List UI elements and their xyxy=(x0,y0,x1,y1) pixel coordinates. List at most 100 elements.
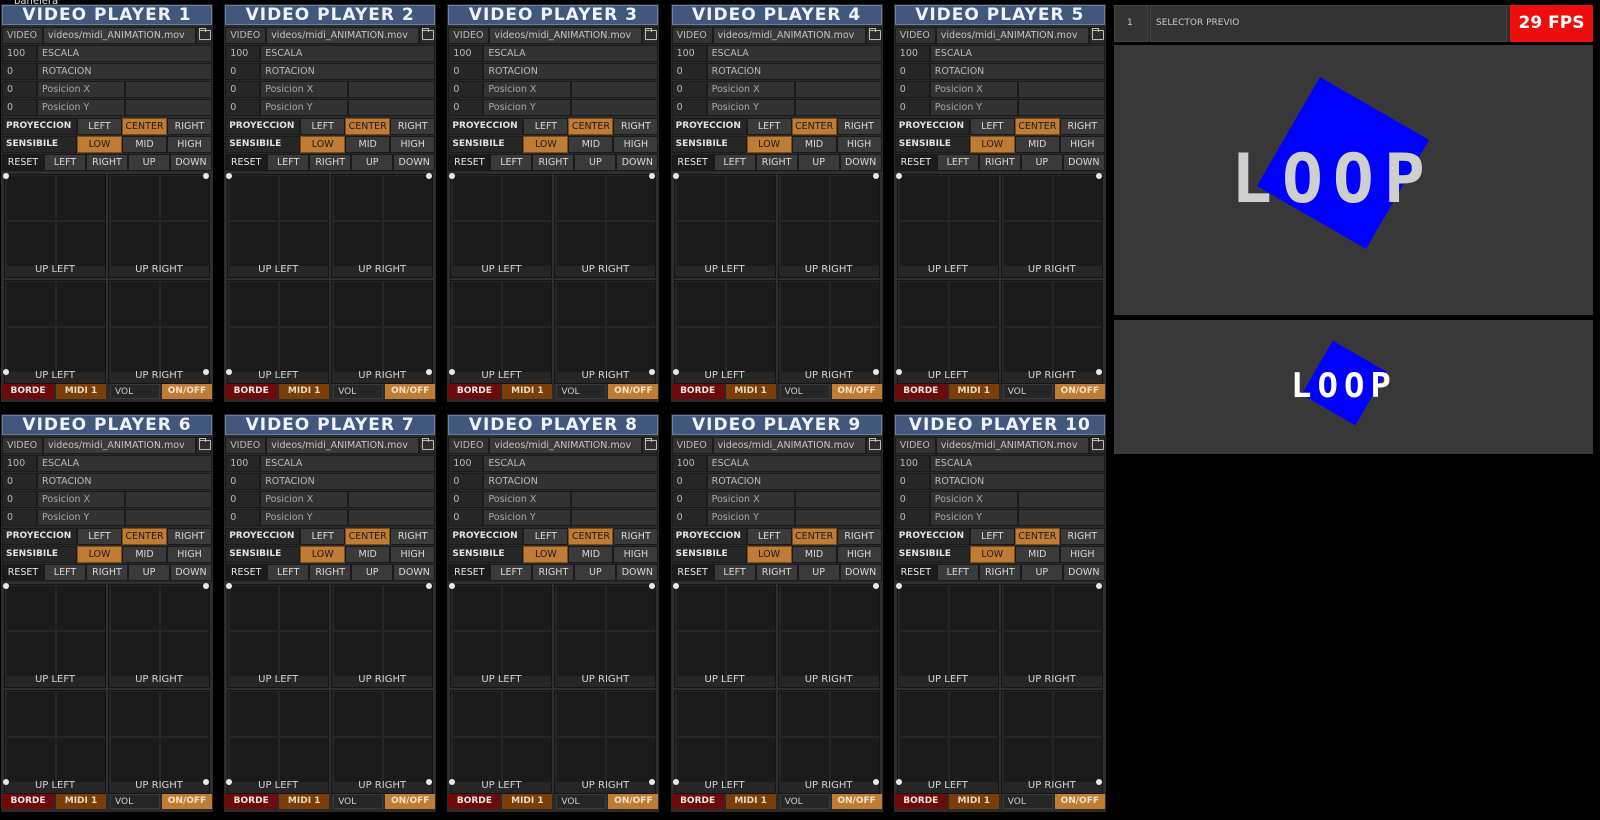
reset-button[interactable]: RESET xyxy=(894,154,937,171)
xy-pad-3[interactable]: UP LEFT xyxy=(450,280,553,384)
down-button[interactable]: DOWN xyxy=(1062,154,1105,171)
xy-pad-4[interactable]: UP RIGHT xyxy=(554,690,657,794)
on-off-toggle[interactable]: ON/OFF xyxy=(1054,384,1105,399)
sensibile-high-button[interactable]: HIGH xyxy=(167,546,212,563)
rotacion-slider[interactable]: ROTACION xyxy=(37,63,212,80)
on-off-toggle[interactable]: ON/OFF xyxy=(608,794,659,809)
left-button[interactable]: LEFT xyxy=(713,154,756,171)
reset-button[interactable]: RESET xyxy=(448,564,491,581)
borde-button[interactable]: BORDE xyxy=(894,794,947,809)
xy-pad-4[interactable]: UP RIGHT xyxy=(108,690,210,794)
proyeccion-right-button[interactable]: RIGHT xyxy=(167,528,212,545)
posy-slider[interactable]: Posicion Y xyxy=(260,99,349,116)
proyeccion-center-button[interactable]: CENTER xyxy=(122,118,167,135)
posy-value[interactable]: 0 xyxy=(894,509,930,526)
posx-slider[interactable]: Posicion X xyxy=(37,491,125,508)
midi-button[interactable]: MIDI 1 xyxy=(56,794,106,809)
xy-pad-1[interactable]: UP LEFT xyxy=(227,584,330,688)
posy-value[interactable]: 0 xyxy=(671,99,707,116)
sensibile-low-button[interactable]: LOW xyxy=(746,136,792,153)
borde-button[interactable]: BORDE xyxy=(671,794,724,809)
sensibile-low-button[interactable]: LOW xyxy=(969,546,1015,563)
volume-slider[interactable]: VOL xyxy=(333,794,384,809)
posy-value[interactable]: 0 xyxy=(671,509,707,526)
on-off-toggle[interactable]: ON/OFF xyxy=(608,384,659,399)
midi-button[interactable]: MIDI 1 xyxy=(502,794,553,809)
proyeccion-left-button[interactable]: LEFT xyxy=(969,528,1015,545)
reset-button[interactable]: RESET xyxy=(671,564,714,581)
proyeccion-center-button[interactable]: CENTER xyxy=(1014,118,1060,135)
open-file-button[interactable] xyxy=(196,27,212,44)
sensibile-low-button[interactable]: LOW xyxy=(77,546,122,563)
borde-button[interactable]: BORDE xyxy=(225,384,278,399)
xy-pad-4[interactable]: UP RIGHT xyxy=(331,690,434,794)
xy-pad-1[interactable]: UP LEFT xyxy=(450,174,553,278)
xy-pad-1[interactable]: UP LEFT xyxy=(673,584,776,688)
escala-slider[interactable]: ESCALA xyxy=(483,455,659,472)
on-off-toggle[interactable]: ON/OFF xyxy=(385,794,436,809)
midi-button[interactable]: MIDI 1 xyxy=(279,794,330,809)
posy-slider[interactable]: Posicion Y xyxy=(929,99,1018,116)
selector-index[interactable]: 1 xyxy=(1114,5,1148,42)
rotacion-slider[interactable]: ROTACION xyxy=(929,63,1105,80)
rotacion-value[interactable]: 0 xyxy=(671,63,707,80)
xy-pad-1[interactable]: UP LEFT xyxy=(896,584,999,688)
volume-slider[interactable]: VOL xyxy=(556,384,607,399)
corner-handle[interactable] xyxy=(872,779,879,785)
up-button[interactable]: UP xyxy=(574,154,617,171)
posx-slider-track[interactable] xyxy=(125,81,212,98)
right-button[interactable]: RIGHT xyxy=(755,154,798,171)
sensibile-high-button[interactable]: HIGH xyxy=(1059,546,1105,563)
corner-handle[interactable] xyxy=(895,369,902,375)
posx-slider-track[interactable] xyxy=(794,81,882,98)
on-off-toggle[interactable]: ON/OFF xyxy=(831,384,882,399)
sensibile-low-button[interactable]: LOW xyxy=(77,136,122,153)
posy-slider[interactable]: Posicion Y xyxy=(483,99,572,116)
xy-pad-2[interactable]: UP RIGHT xyxy=(1000,174,1103,278)
escala-value[interactable]: 100 xyxy=(894,45,930,62)
left-button[interactable]: LEFT xyxy=(44,564,86,581)
video-path-field[interactable]: videos/midi_ANIMATION.mov xyxy=(935,437,1089,454)
up-button[interactable]: UP xyxy=(351,154,394,171)
borde-button[interactable]: BORDE xyxy=(448,794,501,809)
posx-value[interactable]: 0 xyxy=(225,491,261,508)
reset-button[interactable]: RESET xyxy=(2,154,44,171)
proyeccion-right-button[interactable]: RIGHT xyxy=(836,528,882,545)
borde-button[interactable]: BORDE xyxy=(2,384,54,399)
escala-slider[interactable]: ESCALA xyxy=(260,455,436,472)
borde-button[interactable]: BORDE xyxy=(671,384,724,399)
posy-slider-track[interactable] xyxy=(571,509,659,526)
posx-value[interactable]: 0 xyxy=(2,491,37,508)
proyeccion-left-button[interactable]: LEFT xyxy=(969,118,1015,135)
escala-value[interactable]: 100 xyxy=(2,455,37,472)
corner-handle[interactable] xyxy=(203,369,209,375)
sensibile-mid-button[interactable]: MID xyxy=(345,546,391,563)
corner-handle[interactable] xyxy=(672,173,679,179)
posx-value[interactable]: 0 xyxy=(2,81,37,98)
up-button[interactable]: UP xyxy=(574,564,617,581)
posy-value[interactable]: 0 xyxy=(448,509,484,526)
sensibile-high-button[interactable]: HIGH xyxy=(1059,136,1105,153)
up-button[interactable]: UP xyxy=(128,154,170,171)
posx-slider-track[interactable] xyxy=(571,491,659,508)
video-path-field[interactable]: videos/midi_ANIMATION.mov xyxy=(266,27,420,44)
left-button[interactable]: LEFT xyxy=(44,154,86,171)
up-button[interactable]: UP xyxy=(1020,564,1063,581)
corner-handle[interactable] xyxy=(203,173,209,179)
escala-value[interactable]: 100 xyxy=(671,455,707,472)
right-button[interactable]: RIGHT xyxy=(532,154,575,171)
posx-slider[interactable]: Posicion X xyxy=(929,81,1018,98)
rotacion-value[interactable]: 0 xyxy=(225,63,261,80)
corner-handle[interactable] xyxy=(872,369,879,375)
midi-button[interactable]: MIDI 1 xyxy=(279,384,330,399)
up-button[interactable]: UP xyxy=(1020,154,1063,171)
sensibile-mid-button[interactable]: MID xyxy=(1014,136,1060,153)
video-path-field[interactable]: videos/midi_ANIMATION.mov xyxy=(712,437,866,454)
posy-value[interactable]: 0 xyxy=(448,99,484,116)
sensibile-mid-button[interactable]: MID xyxy=(122,136,167,153)
escala-slider[interactable]: ESCALA xyxy=(260,45,436,62)
corner-handle[interactable] xyxy=(672,369,679,375)
reset-button[interactable]: RESET xyxy=(225,154,268,171)
xy-pad-1[interactable]: UP LEFT xyxy=(673,174,776,278)
left-button[interactable]: LEFT xyxy=(490,564,533,581)
